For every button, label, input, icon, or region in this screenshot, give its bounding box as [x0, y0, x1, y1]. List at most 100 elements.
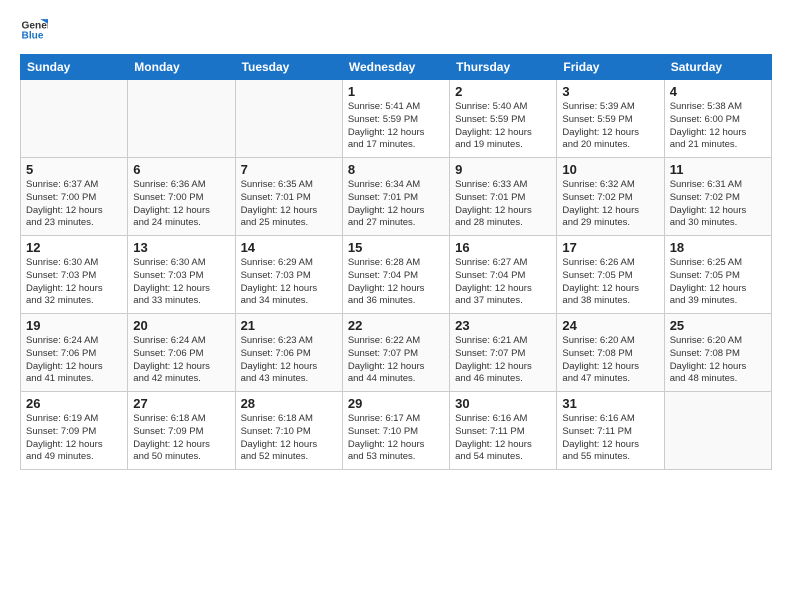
- day-number: 19: [26, 318, 122, 333]
- day-number: 14: [241, 240, 337, 255]
- logo-icon: General Blue: [20, 16, 48, 44]
- calendar-cell: 22Sunrise: 6:22 AM Sunset: 7:07 PM Dayli…: [342, 314, 449, 392]
- day-number: 24: [562, 318, 658, 333]
- day-number: 27: [133, 396, 229, 411]
- day-number: 25: [670, 318, 766, 333]
- day-number: 20: [133, 318, 229, 333]
- svg-text:Blue: Blue: [22, 31, 44, 42]
- day-info: Sunrise: 6:32 AM Sunset: 7:02 PM Dayligh…: [562, 179, 658, 230]
- calendar-cell: 26 Sunrise: 6:19 AM Sunset: 7:09 PM Dayli…: [21, 392, 128, 470]
- day-info: Sunrise: 6:31 AM Sunset: 7:02 PM Dayligh…: [670, 179, 766, 230]
- calendar-header-row: SundayMondayTuesdayWednesdayThursdayFrid…: [21, 55, 772, 80]
- calendar-cell: 14 Sunrise: 6:29 AM Sunset: 7:03 PM Dayli…: [235, 236, 342, 314]
- day-number: 11: [670, 162, 766, 177]
- calendar-cell: 18 Sunrise: 6:25 AM Sunset: 7:05 PM Dayli…: [664, 236, 771, 314]
- calendar-cell: 3Sunrise: 5:39 AM Sunset: 5:59 PM Daylig…: [557, 80, 664, 158]
- calendar-cell: 10 Sunrise: 6:32 AM Sunset: 7:02 PM Dayli…: [557, 158, 664, 236]
- day-info: Sunrise: 6:30 AM Sunset: 7:03 PM Dayligh…: [26, 257, 122, 308]
- day-info: Sunrise: 6:37 AM Sunset: 7:00 PM Dayligh…: [26, 179, 122, 230]
- calendar-day-header: Friday: [557, 55, 664, 80]
- calendar-cell: 11 Sunrise: 6:31 AM Sunset: 7:02 PM Dayli…: [664, 158, 771, 236]
- day-info: Sunrise: 6:22 AM Sunset: 7:07 PM Dayligh…: [348, 335, 444, 386]
- calendar-week-row: 12 Sunrise: 6:30 AM Sunset: 7:03 PM Dayli…: [21, 236, 772, 314]
- calendar-week-row: 5Sunrise: 6:37 AM Sunset: 7:00 PM Daylig…: [21, 158, 772, 236]
- calendar-cell: 23 Sunrise: 6:21 AM Sunset: 7:07 PM Dayli…: [450, 314, 557, 392]
- calendar-cell: 7 Sunrise: 6:35 AM Sunset: 7:01 PM Daylig…: [235, 158, 342, 236]
- calendar-cell: 4 Sunrise: 5:38 AM Sunset: 6:00 PM Daylig…: [664, 80, 771, 158]
- calendar-week-row: 1 Sunrise: 5:41 AM Sunset: 5:59 PM Daylig…: [21, 80, 772, 158]
- logo: General Blue: [20, 16, 52, 44]
- day-info: Sunrise: 6:19 AM Sunset: 7:09 PM Dayligh…: [26, 413, 122, 464]
- calendar-cell: 29 Sunrise: 6:17 AM Sunset: 7:10 PM Dayli…: [342, 392, 449, 470]
- day-number: 23: [455, 318, 551, 333]
- day-info: Sunrise: 6:16 AM Sunset: 7:11 PM Dayligh…: [562, 413, 658, 464]
- calendar-cell: 19 Sunrise: 6:24 AM Sunset: 7:06 PM Dayli…: [21, 314, 128, 392]
- calendar-day-header: Monday: [128, 55, 235, 80]
- day-info: Sunrise: 6:20 AM Sunset: 7:08 PM Dayligh…: [670, 335, 766, 386]
- day-info: Sunrise: 5:38 AM Sunset: 6:00 PM Dayligh…: [670, 101, 766, 152]
- calendar-cell: 31 Sunrise: 6:16 AM Sunset: 7:11 PM Dayli…: [557, 392, 664, 470]
- day-info: Sunrise: 6:16 AM Sunset: 7:11 PM Dayligh…: [455, 413, 551, 464]
- calendar-cell: 21 Sunrise: 6:23 AM Sunset: 7:06 PM Dayli…: [235, 314, 342, 392]
- day-info: Sunrise: 6:26 AM Sunset: 7:05 PM Dayligh…: [562, 257, 658, 308]
- calendar-cell: [664, 392, 771, 470]
- calendar-cell: [128, 80, 235, 158]
- day-number: 17: [562, 240, 658, 255]
- day-number: 13: [133, 240, 229, 255]
- day-number: 31: [562, 396, 658, 411]
- day-info: Sunrise: 6:18 AM Sunset: 7:10 PM Dayligh…: [241, 413, 337, 464]
- day-number: 28: [241, 396, 337, 411]
- calendar-cell: 12 Sunrise: 6:30 AM Sunset: 7:03 PM Dayli…: [21, 236, 128, 314]
- day-info: Sunrise: 6:34 AM Sunset: 7:01 PM Dayligh…: [348, 179, 444, 230]
- day-number: 12: [26, 240, 122, 255]
- day-number: 4: [670, 84, 766, 99]
- day-number: 9: [455, 162, 551, 177]
- day-number: 29: [348, 396, 444, 411]
- day-info: Sunrise: 6:30 AM Sunset: 7:03 PM Dayligh…: [133, 257, 229, 308]
- calendar-cell: 5Sunrise: 6:37 AM Sunset: 7:00 PM Daylig…: [21, 158, 128, 236]
- page: General Blue SundayMondayTuesdayWednesda…: [0, 0, 792, 612]
- day-info: Sunrise: 5:40 AM Sunset: 5:59 PM Dayligh…: [455, 101, 551, 152]
- day-info: Sunrise: 6:17 AM Sunset: 7:10 PM Dayligh…: [348, 413, 444, 464]
- calendar-cell: 20Sunrise: 6:24 AM Sunset: 7:06 PM Dayli…: [128, 314, 235, 392]
- calendar-cell: 8Sunrise: 6:34 AM Sunset: 7:01 PM Daylig…: [342, 158, 449, 236]
- calendar-cell: 17 Sunrise: 6:26 AM Sunset: 7:05 PM Dayli…: [557, 236, 664, 314]
- calendar-week-row: 26 Sunrise: 6:19 AM Sunset: 7:09 PM Dayli…: [21, 392, 772, 470]
- day-number: 15: [348, 240, 444, 255]
- day-number: 26: [26, 396, 122, 411]
- day-info: Sunrise: 6:35 AM Sunset: 7:01 PM Dayligh…: [241, 179, 337, 230]
- day-number: 16: [455, 240, 551, 255]
- calendar-cell: 25 Sunrise: 6:20 AM Sunset: 7:08 PM Dayli…: [664, 314, 771, 392]
- calendar-cell: 28 Sunrise: 6:18 AM Sunset: 7:10 PM Dayli…: [235, 392, 342, 470]
- day-number: 18: [670, 240, 766, 255]
- day-number: 7: [241, 162, 337, 177]
- day-number: 3: [562, 84, 658, 99]
- day-info: Sunrise: 5:41 AM Sunset: 5:59 PM Dayligh…: [348, 101, 444, 152]
- calendar-cell: [21, 80, 128, 158]
- day-info: Sunrise: 6:29 AM Sunset: 7:03 PM Dayligh…: [241, 257, 337, 308]
- calendar-cell: 24Sunrise: 6:20 AM Sunset: 7:08 PM Dayli…: [557, 314, 664, 392]
- calendar-cell: 27 Sunrise: 6:18 AM Sunset: 7:09 PM Dayli…: [128, 392, 235, 470]
- header: General Blue: [20, 16, 772, 44]
- day-info: Sunrise: 6:33 AM Sunset: 7:01 PM Dayligh…: [455, 179, 551, 230]
- calendar-cell: 15 Sunrise: 6:28 AM Sunset: 7:04 PM Dayli…: [342, 236, 449, 314]
- day-number: 6: [133, 162, 229, 177]
- calendar-cell: 13 Sunrise: 6:30 AM Sunset: 7:03 PM Dayli…: [128, 236, 235, 314]
- day-number: 21: [241, 318, 337, 333]
- day-info: Sunrise: 6:28 AM Sunset: 7:04 PM Dayligh…: [348, 257, 444, 308]
- day-number: 10: [562, 162, 658, 177]
- day-number: 2: [455, 84, 551, 99]
- day-number: 30: [455, 396, 551, 411]
- calendar-cell: 2 Sunrise: 5:40 AM Sunset: 5:59 PM Daylig…: [450, 80, 557, 158]
- calendar-table: SundayMondayTuesdayWednesdayThursdayFrid…: [20, 54, 772, 470]
- calendar-day-header: Saturday: [664, 55, 771, 80]
- calendar-cell: 30 Sunrise: 6:16 AM Sunset: 7:11 PM Dayli…: [450, 392, 557, 470]
- day-info: Sunrise: 6:21 AM Sunset: 7:07 PM Dayligh…: [455, 335, 551, 386]
- calendar-cell: [235, 80, 342, 158]
- calendar-cell: 1 Sunrise: 5:41 AM Sunset: 5:59 PM Daylig…: [342, 80, 449, 158]
- day-info: Sunrise: 6:23 AM Sunset: 7:06 PM Dayligh…: [241, 335, 337, 386]
- day-info: Sunrise: 6:25 AM Sunset: 7:05 PM Dayligh…: [670, 257, 766, 308]
- day-info: Sunrise: 6:18 AM Sunset: 7:09 PM Dayligh…: [133, 413, 229, 464]
- day-number: 1: [348, 84, 444, 99]
- day-info: Sunrise: 6:24 AM Sunset: 7:06 PM Dayligh…: [26, 335, 122, 386]
